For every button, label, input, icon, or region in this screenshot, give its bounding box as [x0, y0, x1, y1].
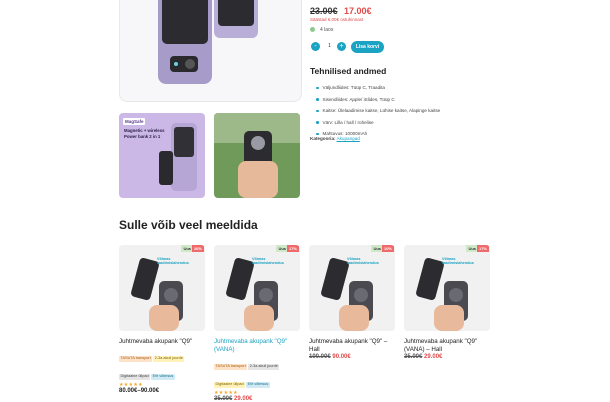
product-price: 100.00€ 90.00€: [309, 354, 395, 360]
quantity-increase-button[interactable]: +: [337, 42, 346, 51]
tag: Digitaalne ülipad: [119, 374, 151, 380]
tag: 2-3a akuil juurde: [153, 356, 185, 362]
badge-sale: 17%: [286, 245, 299, 252]
card-headline: Võimas laadimislahendus: [442, 257, 474, 265]
price-new: 29.00€: [234, 396, 253, 402]
product-title[interactable]: Juhtmevaba akupank "Q9" (VANA): [214, 338, 300, 354]
thumbnail-1-headline: Magnetic + wireless Power bank 2 in 1: [124, 128, 165, 139]
price-new: 90.00€: [332, 354, 351, 360]
product-card[interactable]: Uus 17% Juhtmevaba akupank "Q9" (VANA) T…: [214, 245, 300, 402]
price-old: 100.00€: [309, 354, 331, 360]
card-headline: Võimas laadimislahendus: [157, 257, 189, 265]
tag: 2-3a akuil juurde: [248, 364, 280, 370]
price-new: 29.00€: [424, 354, 443, 360]
category-link[interactable]: Akupangad: [337, 136, 360, 141]
product-card[interactable]: Uus 26% Juhtmevaba akupank "Q9" TASUTA t…: [119, 245, 205, 394]
thumbnail-1-image: [119, 113, 205, 198]
spec-item: Väljundliides: Tüüp C, Traadita: [316, 82, 440, 94]
category-label: Kategooria:: [310, 136, 336, 141]
product-title[interactable]: Juhtmevaba akupank "Q9" – Hall: [309, 338, 395, 354]
purple-powerbank-image: [120, 0, 301, 101]
product-price: 80.00€–90.00€: [119, 388, 160, 394]
card-headline: Võimas laadimislahendus: [252, 257, 284, 265]
product-main-image[interactable]: [119, 0, 302, 102]
price-old: 23.00€: [310, 6, 338, 16]
tag: Erit võimsus: [151, 374, 175, 380]
product-price: 35.00€ 29.00€: [214, 396, 300, 402]
quantity-input[interactable]: 1: [326, 43, 333, 49]
tag-shipping: TASUTA transport: [214, 364, 248, 370]
card-headline: Võimas laadimislahendus: [347, 257, 379, 265]
category-line: Kategooria: Akupangad: [310, 136, 360, 141]
spec-item: Kaitse: Ülelaadimise kaitse, Lühise kait…: [316, 105, 441, 117]
product-tags: TASUTA transport 2-3a akuil juurde Digita…: [214, 354, 300, 390]
thumbnail-1[interactable]: MagSafe Magnetic + wireless Power bank 2…: [119, 113, 205, 198]
spec-item: Värv: Lilla / hall / rohelise: [316, 117, 440, 129]
tag-shipping: TASUTA transport: [119, 356, 153, 362]
stock-status: 4 laos: [320, 27, 334, 33]
product-price: 35.00€ 29.00€: [404, 354, 490, 360]
price-new: 17.00€: [344, 6, 372, 16]
price-old: 35.00€: [404, 354, 423, 360]
badge-sale: 10%: [381, 245, 394, 252]
product-title[interactable]: Juhtmevaba akupank "Q9": [119, 338, 205, 346]
tag: Digitaalne ülipad: [214, 382, 246, 388]
stock-indicator-icon: [310, 27, 315, 32]
price-old: 35.00€: [214, 396, 233, 402]
product-title[interactable]: Juhtmevaba akupank "Q9" (VANA) – Hall: [404, 338, 490, 354]
saved-note: Säästad 6.00€ ostuhinnast: [310, 17, 364, 22]
badge-sale: 26%: [191, 245, 204, 252]
spec-item: Sisendliides: Apple/ iSlides, Tüüp C: [316, 94, 440, 106]
thumbnail-2[interactable]: [214, 113, 300, 198]
thumbnail-2-image: [214, 113, 300, 198]
quantity-decrease-button[interactable]: -: [311, 42, 320, 51]
specs-title: Tehnilised andmed: [310, 66, 387, 76]
thumbnail-1-brand: MagSafe: [125, 119, 144, 124]
tag: Erit võimsus: [246, 382, 270, 388]
badge-sale: 17%: [476, 245, 489, 252]
add-to-cart-button[interactable]: Lisa korvi: [351, 41, 384, 53]
related-section-title: Sulle võib veel meeldida: [119, 218, 258, 232]
specs-list: Väljundliides: Tüüp C, Traadita Sisendli…: [316, 82, 441, 140]
product-tags: TASUTA transport 2-3a akuil juurde Digita…: [119, 346, 205, 382]
